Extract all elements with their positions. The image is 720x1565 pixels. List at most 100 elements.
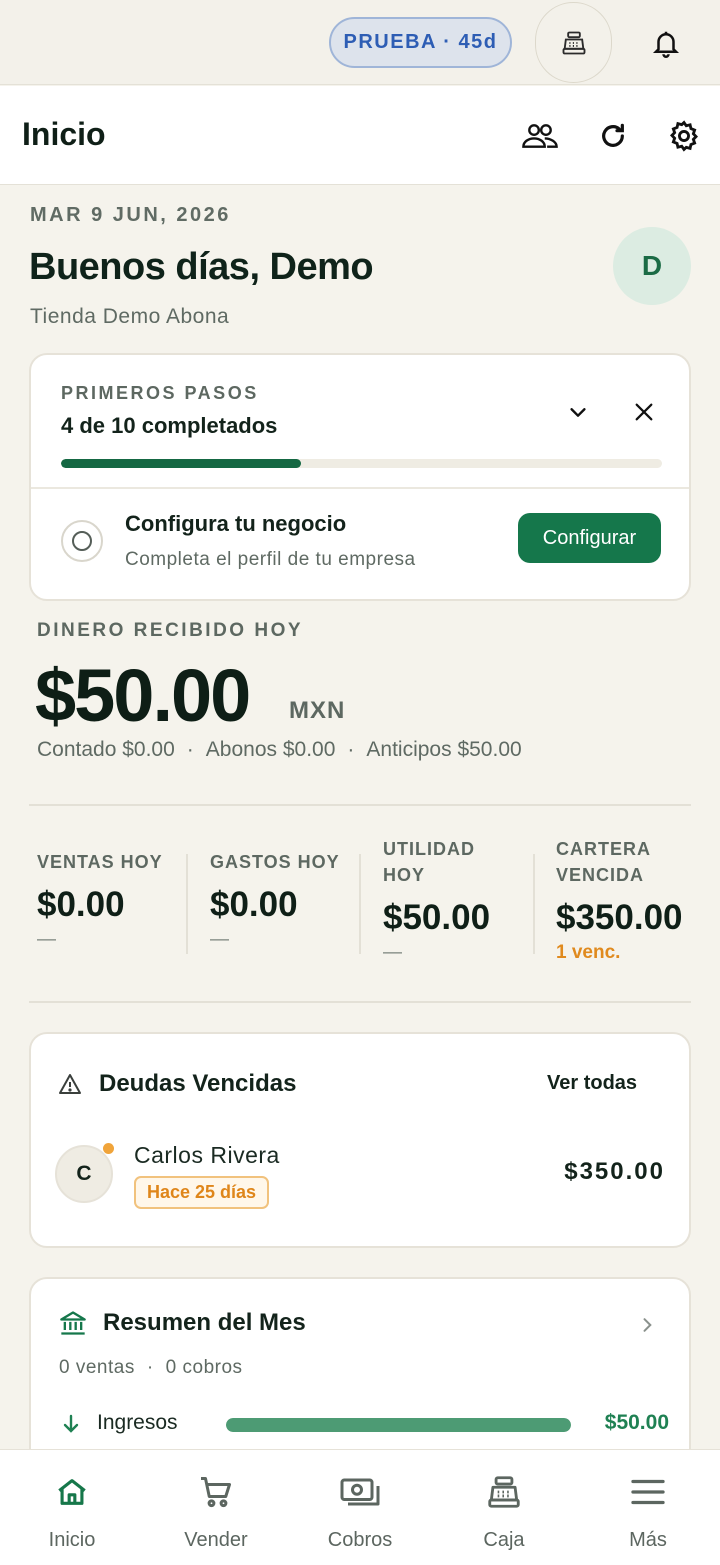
summary-subtitle: 0 ventas · 0 cobros [59,1357,243,1379]
collapse-button[interactable] [563,397,593,427]
onboarding-kicker: PRIMEROS PASOS [61,383,259,403]
task-title: Configura tu negocio [125,511,347,536]
close-icon [635,403,653,421]
dismiss-button[interactable] [629,397,659,427]
stat-sub: — [37,929,56,950]
separator: · [186,738,194,761]
collections-count: 0 cobros [165,1357,243,1378]
stat-profit-today[interactable]: UTILIDAD HOY $50.00 — [383,836,508,976]
debts-header: Deudas Vencidas [57,1070,296,1098]
bank-icon [60,1311,86,1335]
tab-icon-wrap [448,1464,560,1520]
stat-label: CARTERA VENCIDA [556,839,651,885]
stat-value: $0.00 [210,885,298,924]
advances-amount: Anticipos $50.00 [366,738,522,761]
store-name: Tienda Demo Abona [30,305,230,328]
tab-icon-wrap [592,1464,704,1520]
configure-button[interactable]: Configurar [518,513,661,563]
home-icon [58,1479,86,1505]
stat-sub: — [210,929,229,950]
chevron-down-icon [570,408,586,417]
stat-label: UTILIDAD HOY [383,839,475,885]
chevron-right-icon [643,1318,652,1332]
income-bar [226,1418,571,1432]
customer-avatar[interactable]: C [55,1145,113,1203]
current-date: MAR 9 JUN, 2026 [30,204,231,226]
tab-label: Inicio [48,1529,96,1551]
status-bar: PRUEBA · 45d [0,0,720,85]
stat-sales-today[interactable]: VENTAS HOY $0.00 — [37,849,167,989]
stat-expenses-today[interactable]: GASTOS HOY $0.00 — [210,849,340,989]
profile-avatar[interactable]: D [613,227,691,305]
tab-icon-wrap [16,1464,128,1520]
income-row: Ingresos $50.00 [59,1409,669,1439]
tab-icon-wrap [160,1464,272,1520]
money-received-kicker: DINERO RECIBIDO HOY [37,620,304,641]
divider [533,854,535,954]
notifications-button[interactable] [640,20,692,66]
divider [29,804,691,806]
income-bar-fill [226,1418,571,1432]
divider [29,1001,691,1003]
money-currency: MXN [289,697,346,724]
onboarding-progress-text: 4 de 10 completados [61,413,278,438]
income-value: $50.00 [604,1411,669,1434]
money-received-amount: $50.00 [35,654,251,737]
onboarding-progress-fill [61,459,302,468]
onboarding-card: PRIMEROS PASOS 4 de 10 completados Confi… [29,353,691,601]
cart-icon [201,1477,231,1508]
refresh-button[interactable] [593,116,633,156]
overdue-debts-card: Deudas Vencidas Ver todas C Carlos River… [29,1032,691,1248]
stat-value: $0.00 [37,885,125,924]
divider [31,487,689,489]
summary-open-button[interactable] [635,1313,659,1337]
debt-amount: $350.00 [564,1158,665,1185]
task-checkbox[interactable] [61,520,103,562]
money-breakdown: Contado $0.00 · Abonos $0.00 · Anticipos $50… [37,738,522,762]
bottom-tab-bar: Inicio Vender Cobros Caja Más [0,1449,720,1565]
summary-title: Resumen del Mes [103,1309,306,1336]
app-bar: Inicio [0,86,720,185]
divider [359,854,361,954]
cash-icon [340,1478,380,1506]
stat-overdue-portfolio[interactable]: CARTERA VENCIDA $350.00 1 venc. [556,836,691,976]
settings-button[interactable] [664,116,704,156]
tab-icon-wrap [304,1464,416,1520]
users-icon [522,124,558,148]
task-checkbox-ring [72,531,92,551]
installments-amount: Abonos $0.00 [205,738,336,761]
tab-label: Caja [483,1529,525,1551]
arrow-down-icon [63,1414,79,1433]
refresh-icon [602,123,624,147]
trial-badge[interactable]: PRUEBA · 45d [329,17,512,68]
sales-count: 0 ventas [59,1357,135,1378]
bell-icon [652,31,680,58]
see-all-link[interactable]: Ver todas [547,1072,637,1095]
page-title: Inicio [22,116,106,152]
tab-caja[interactable]: Caja [432,1450,576,1565]
tab-mas[interactable]: Más [576,1450,720,1565]
stat-label: GASTOS HOY [210,852,340,872]
tab-vender[interactable]: Vender [144,1450,288,1565]
tab-label: Vender [184,1529,248,1551]
stat-label: VENTAS HOY [37,852,163,872]
income-label: Ingresos [97,1411,178,1434]
greeting-title: Buenos días, Demo [29,246,374,288]
warning-icon [59,1074,81,1094]
stat-sub: 1 venc. [556,942,621,963]
overdue-badge: Hace 25 días [134,1176,270,1209]
summary-header: Resumen del Mes [59,1309,306,1337]
tab-label: Cobros [327,1529,393,1551]
separator: · [146,1357,154,1378]
customers-button[interactable] [520,116,560,156]
tab-cobros[interactable]: Cobros [288,1450,432,1565]
divider [186,854,188,954]
overdue-indicator [103,1143,114,1154]
cash-amount: Contado $0.00 [37,738,175,761]
tab-inicio[interactable]: Inicio [0,1450,144,1565]
debts-title: Deudas Vencidas [99,1070,297,1097]
gear-icon [670,120,698,152]
cash-register-button[interactable] [535,2,612,83]
customer-name[interactable]: Carlos Rivera [134,1142,280,1169]
stat-value: $50.00 [383,898,491,937]
